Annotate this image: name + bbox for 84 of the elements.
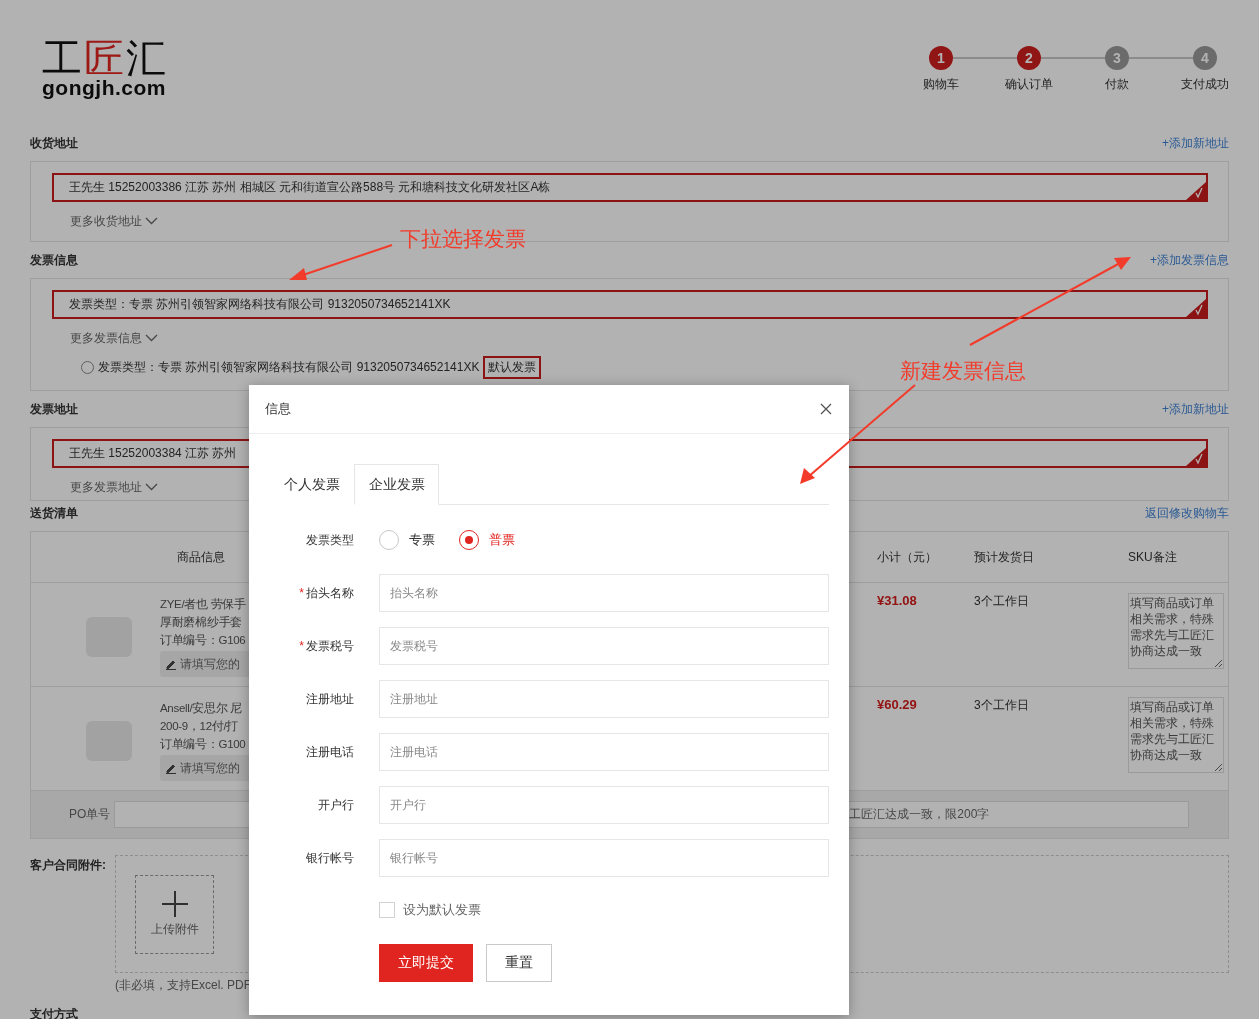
- step-number: 1: [929, 46, 953, 70]
- pencil-icon: [165, 658, 177, 670]
- check-corner-icon: [1186, 182, 1206, 200]
- ship-date: 3个工作日: [974, 594, 1029, 608]
- step-number: 3: [1105, 46, 1129, 70]
- chevron-down-icon: [145, 483, 158, 491]
- column-header: SKU备注: [1128, 548, 1177, 566]
- column-header: 小计（元）: [877, 548, 937, 566]
- step-label: 确认订单: [1005, 76, 1053, 93]
- text-field[interactable]: 发票税号: [379, 627, 829, 665]
- checkbox[interactable]: [379, 902, 395, 918]
- note-button[interactable]: 请填写您的: [160, 755, 250, 781]
- step-number: 4: [1193, 46, 1217, 70]
- product-name: ZYE/者也 劳保手: [160, 597, 246, 612]
- subtotal-price: ¥60.29: [877, 697, 917, 712]
- step-label: 支付成功: [1181, 76, 1229, 93]
- text-field[interactable]: 注册地址: [379, 680, 829, 718]
- sku-note-field[interactable]: 填写商品或订单相关需求，特殊需求先与工匠汇协商达成一致: [1128, 697, 1224, 773]
- selected-entry[interactable]: 王先生 15252003386 江苏 苏州 相城区 元和街道宣公路588号 元和塘科技文化研发社区A栋: [52, 173, 1208, 202]
- attachment-label: 客户合同附件:: [30, 857, 107, 874]
- default-tag: 默认发票: [483, 355, 542, 379]
- upload-button[interactable]: 上传附件: [135, 875, 214, 954]
- section-title: 发票信息: [30, 251, 78, 269]
- selected-entry[interactable]: 发票类型：专票 苏州引领智家网络科技有限公司 9132050734652141XK: [52, 290, 1208, 319]
- section-title: 送货清单: [30, 504, 78, 522]
- reset-button[interactable]: 重置: [486, 944, 552, 982]
- more-link[interactable]: 更多收货地址: [70, 212, 142, 230]
- section-title: 收货地址: [30, 134, 78, 152]
- checkbox-label: 设为默认发票: [403, 901, 481, 919]
- add-link[interactable]: +添加新地址: [1162, 400, 1229, 418]
- add-link[interactable]: +添加新地址: [1162, 134, 1229, 152]
- field-label: 银行帐号: [305, 849, 354, 867]
- text-field[interactable]: 银行帐号: [379, 839, 829, 877]
- chevron-down-icon: [145, 217, 158, 225]
- note-button[interactable]: 请填写您的: [160, 651, 250, 677]
- invoice-option: 发票类型：专票 苏州引领智家网络科技有限公司 9132050734652141XK: [98, 358, 480, 376]
- subtotal-price: ¥31.08: [877, 593, 917, 608]
- annotation-text: 新建发票信息: [900, 358, 1026, 384]
- step-number: 2: [1017, 46, 1041, 70]
- more-link[interactable]: 更多发票信息: [70, 329, 142, 347]
- order-number: 订单编号：G106: [160, 633, 246, 648]
- annotation-text: 下拉选择发票: [400, 226, 526, 252]
- chevron-down-icon: [145, 334, 158, 342]
- ship-date: 3个工作日: [974, 698, 1029, 712]
- submit-button[interactable]: 立即提交: [379, 944, 473, 982]
- field-label: * 发票税号: [298, 637, 354, 655]
- field-label: 发票类型: [305, 531, 354, 549]
- step-label: 付款: [1105, 76, 1129, 93]
- attachment-hint: (非必填，支持Excel. PDF: [115, 977, 252, 994]
- tab[interactable]: 企业发票: [354, 464, 439, 505]
- sku-note-field[interactable]: 填写商品或订单相关需求，特殊需求先与工匠汇协商达成一致: [1128, 593, 1224, 669]
- text-field[interactable]: 抬头名称: [379, 574, 829, 612]
- text-field[interactable]: 注册电话: [379, 733, 829, 771]
- po-label: PO单号: [69, 806, 111, 823]
- more-link[interactable]: 更多发票地址: [70, 478, 142, 496]
- section-title: 支付方式: [30, 1006, 79, 1019]
- product-name: 厚耐磨棉纱手套: [160, 615, 243, 630]
- radio-label: 普票: [489, 531, 515, 549]
- step-connector: [953, 57, 1017, 59]
- field-label: * 抬头名称: [298, 584, 354, 602]
- check-corner-icon: [1186, 299, 1206, 317]
- field-label: 开户行: [317, 796, 354, 814]
- field-label: 注册地址: [305, 690, 354, 708]
- logo-wordmark: 工匠汇: [42, 40, 168, 76]
- section-title: 发票地址: [30, 400, 78, 418]
- logo-domain: gongjh.com: [42, 76, 166, 100]
- step-connector: [1041, 57, 1105, 59]
- pencil-icon: [165, 762, 177, 774]
- step-label: 购物车: [923, 76, 959, 93]
- product-name: Ansell/安思尔 尼: [160, 701, 244, 716]
- product-name: 200-9，12付/打: [160, 719, 240, 734]
- radio-button[interactable]: [81, 360, 94, 374]
- close-icon[interactable]: [819, 402, 833, 416]
- field-label: 注册电话: [305, 743, 354, 761]
- radio-label: 专票: [409, 531, 435, 549]
- column-header: 商品信息: [177, 548, 225, 566]
- step-connector: [1129, 57, 1193, 59]
- dialog-title: 信息: [265, 400, 291, 418]
- add-link[interactable]: +添加发票信息: [1150, 251, 1229, 269]
- order-number: 订单编号：G100: [160, 737, 246, 752]
- text-field[interactable]: 开户行: [379, 786, 829, 824]
- plus-icon: [161, 891, 188, 917]
- back-link[interactable]: 返回修改购物车: [1145, 504, 1229, 522]
- column-header: 预计发货日: [974, 548, 1034, 566]
